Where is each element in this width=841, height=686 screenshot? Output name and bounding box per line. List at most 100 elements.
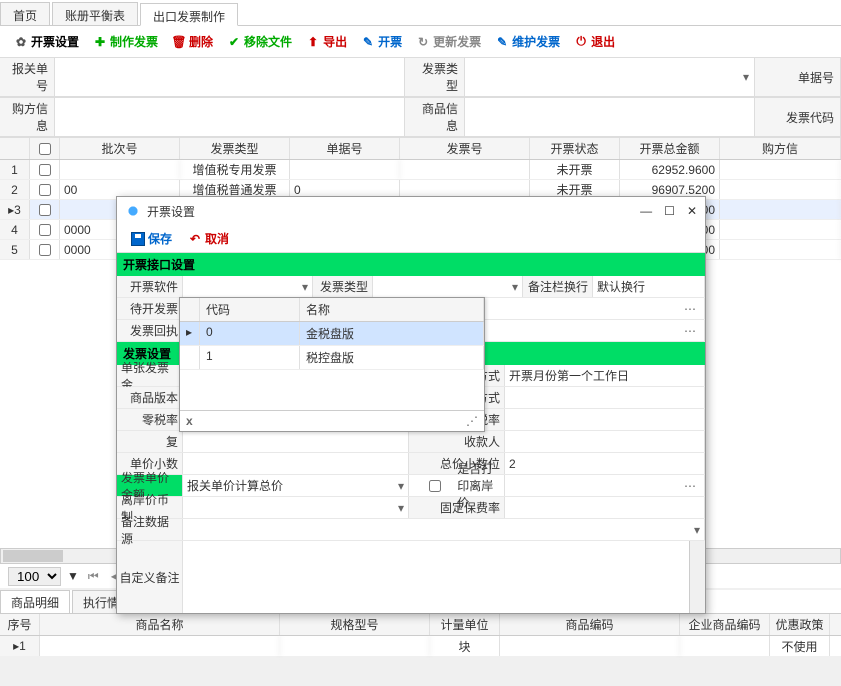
tab-export-invoice[interactable]: 出口发票制作 [140, 3, 238, 26]
undo-icon: ↶ [188, 232, 202, 246]
remark-wrap-label: 备注栏换行 [523, 276, 593, 297]
remove-file-button[interactable]: ✔移除文件 [221, 31, 298, 52]
dialog-titlebar[interactable]: 开票设置 — ☐ ✕ [117, 197, 705, 225]
first-page-button[interactable]: ⏮ [85, 569, 102, 584]
search-bar: 报关单号 发票类型 ▾ 单据号 [0, 58, 841, 98]
row-checkbox[interactable] [39, 184, 51, 196]
ellipsis-button[interactable]: ⋯ [680, 479, 700, 493]
chevron-down-icon[interactable]: ▾ [398, 501, 404, 515]
settings-dialog: 开票设置 — ☐ ✕ 保存 ↶取消 开票接口设置 开票软件 ▾ 发票类型 ▾ 备… [116, 196, 706, 614]
close-button[interactable]: ✕ [687, 204, 697, 218]
remark-wrap-value[interactable]: 默认换行 [597, 278, 645, 295]
remark-src-label: 备注数据源 [117, 519, 183, 540]
row-checkbox[interactable] [39, 164, 51, 176]
refresh-icon: ↻ [416, 35, 430, 49]
tab-product-detail[interactable]: 商品明细 [0, 590, 70, 613]
col-type[interactable]: 发票类型 [180, 138, 290, 159]
software-select[interactable] [187, 280, 302, 294]
col-amount[interactable]: 开票总金额 [620, 138, 720, 159]
page-size-select[interactable]: 100 [8, 567, 61, 586]
section-interface: 开票接口设置 [117, 253, 705, 276]
bill-no-label: 单据号 [755, 58, 841, 97]
maintain-invoice-button[interactable]: ✎维护发票 [489, 31, 566, 52]
payee-label: 收款人 [409, 431, 505, 452]
invoice-code-label: 发票代码 [755, 98, 841, 137]
create-invoice-button[interactable]: ✚制作发票 [87, 31, 164, 52]
col-bill[interactable]: 单据号 [290, 138, 400, 159]
export-button[interactable]: ⬆导出 [300, 31, 353, 52]
resize-grip-icon[interactable]: ⋰ [466, 414, 478, 428]
buyer-info-input[interactable] [55, 107, 404, 127]
ellipsis-button[interactable]: ⋯ [680, 302, 700, 316]
dup-label: 复 [117, 431, 183, 452]
chevron-down-icon[interactable]: ▾ [398, 479, 404, 493]
invoice-type-label: 发票类型 [405, 58, 465, 97]
chevron-down-icon[interactable]: ▾ [512, 280, 518, 294]
detail-grid-header: 序号 商品名称 规格型号 计量单位 商品编码 企业商品编码 优惠政策 [0, 614, 841, 636]
zero-rate-label: 零税率 [117, 409, 183, 430]
minimize-button[interactable]: — [640, 204, 652, 218]
tab-home[interactable]: 首页 [0, 2, 50, 25]
custom-remark-label: 自定义备注 [117, 541, 183, 613]
exit-button[interactable]: ⏻退出 [568, 31, 621, 52]
col-status[interactable]: 开票状态 [530, 138, 620, 159]
invoice-type-input[interactable] [465, 67, 738, 87]
print-fob-label: 是否打印离岸价 [457, 460, 500, 511]
dd-col-name: 名称 [300, 298, 484, 321]
invoice-button[interactable]: ✎开票 [355, 31, 408, 52]
upload-icon: ⬆ [306, 35, 320, 49]
chevron-down-icon[interactable]: ▾ [302, 280, 308, 294]
pen-icon: ✎ [361, 35, 375, 49]
save-icon [131, 232, 145, 246]
update-invoice-button[interactable]: ↻更新发票 [410, 31, 487, 52]
inv-type-label: 发票类型 [313, 276, 373, 297]
row-checkbox[interactable] [39, 204, 51, 216]
chevron-down-icon[interactable]: ▾ [738, 70, 754, 84]
rate-method-value[interactable]: 开票月份第一个工作日 [509, 367, 629, 384]
chevron-down-icon[interactable]: ▾ [694, 523, 700, 537]
dropdown-close-button[interactable]: x [186, 414, 193, 428]
tab-balance[interactable]: 账册平衡表 [52, 2, 138, 25]
version-label: 商品版本 [117, 387, 183, 408]
declare-no-input[interactable] [55, 67, 404, 87]
delete-button[interactable]: 🗑删除 [166, 31, 219, 52]
gear-icon: ✿ [14, 35, 28, 49]
trash-icon: 🗑 [172, 35, 186, 49]
dropdown-option[interactable]: ▸0金税盘版 [180, 322, 484, 346]
detail-row[interactable]: ▸ 1 块 不使用 [0, 636, 841, 656]
total-dec-value[interactable]: 2 [509, 457, 516, 471]
pending-label: 待开发票 [117, 298, 183, 319]
cancel-button[interactable]: ↶取消 [182, 228, 235, 249]
row-checkbox[interactable] [39, 244, 51, 256]
save-button[interactable]: 保存 [125, 228, 178, 249]
settings-button[interactable]: ✿开票设置 [8, 31, 85, 52]
pen-icon: ✎ [495, 35, 509, 49]
col-batch[interactable]: 批次号 [60, 138, 180, 159]
product-info-input[interactable] [465, 107, 754, 127]
price-amt-value[interactable]: 报关单价计算总价 [187, 477, 283, 494]
declare-no-label: 报关单号 [0, 58, 55, 97]
ellipsis-button[interactable]: ⋯ [680, 324, 700, 338]
select-all-checkbox[interactable] [39, 143, 51, 155]
single-label: 单张发票金 [117, 365, 183, 386]
dropdown-option[interactable]: 1税控盘版 [180, 346, 484, 370]
power-icon: ⏻ [574, 35, 588, 49]
print-fob-checkbox[interactable] [413, 480, 457, 492]
dialog-title: 开票设置 [147, 203, 195, 220]
maximize-button[interactable]: ☐ [664, 204, 675, 218]
grid-header: 批次号 发票类型 单据号 发票号 开票状态 开票总金额 购方信 [0, 138, 841, 160]
inv-type-select[interactable] [377, 280, 512, 294]
search-bar-2: 购方信息 商品信息 发票代码 [0, 98, 841, 138]
dialog-toolbar: 保存 ↶取消 [117, 225, 705, 253]
col-buyer[interactable]: 购方信 [720, 138, 841, 159]
table-row[interactable]: 1 增值税专用发票未开票62952.9600 [0, 160, 841, 180]
receipt-label: 发票回执 [117, 320, 183, 341]
product-info-label: 商品信息 [405, 98, 465, 137]
custom-remark-textarea[interactable] [183, 541, 689, 613]
col-invoice[interactable]: 发票号 [400, 138, 530, 159]
software-dropdown: 代码 名称 ▸0金税盘版 1税控盘版 x ⋰ [179, 297, 485, 432]
toolbar: ✿开票设置 ✚制作发票 🗑删除 ✔移除文件 ⬆导出 ✎开票 ↻更新发票 ✎维护发… [0, 26, 841, 58]
vertical-scrollbar[interactable] [689, 541, 705, 613]
row-checkbox[interactable] [39, 224, 51, 236]
app-logo-icon [125, 203, 141, 219]
